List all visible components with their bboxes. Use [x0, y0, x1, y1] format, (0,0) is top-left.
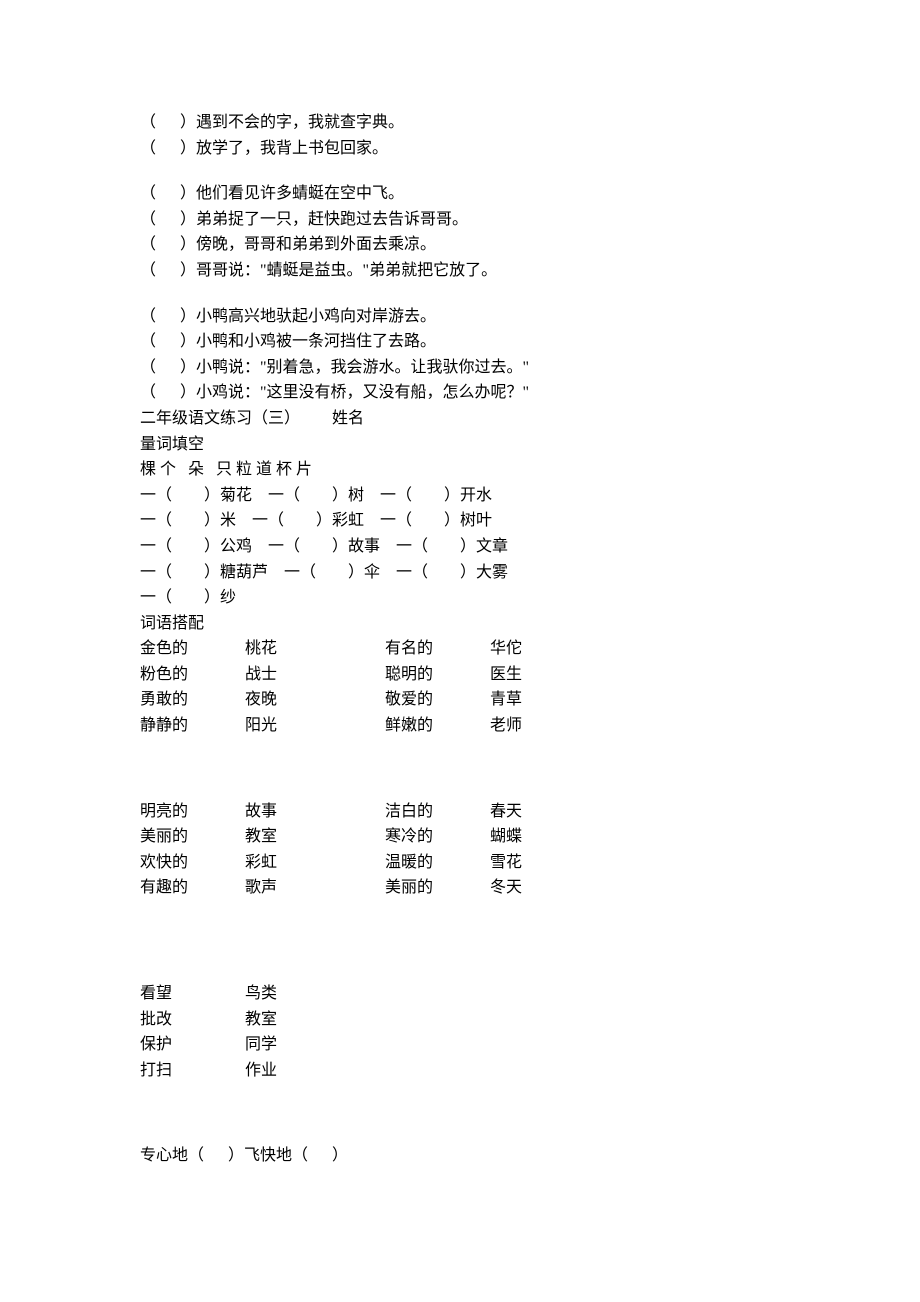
match-right: 冬天	[490, 875, 522, 901]
table-row: 粉色的 战士 聪明的 医生	[140, 662, 522, 688]
word-bank: 棵 个 朵 只 粒 道 杯 片	[140, 457, 780, 483]
match-table-3: 看望 鸟类 批改 教室 保护 同学 打扫 作业	[140, 981, 277, 1083]
ordering-line: （ ）傍晚，哥哥和弟弟到外面去乘凉。	[140, 232, 780, 258]
table-row: 批改 教室	[140, 1007, 277, 1033]
match-right: 教室	[245, 1007, 277, 1033]
spacer	[140, 941, 780, 961]
spacer	[140, 921, 780, 941]
match-right: 故事	[245, 799, 385, 825]
match-right: 医生	[490, 662, 522, 688]
table-row: 欢快的 彩虹 温暖的 雪花	[140, 850, 522, 876]
spacer	[140, 1123, 780, 1143]
match-left: 寒冷的	[385, 824, 490, 850]
ordering-line: （ ）弟弟捉了一只，赶快跑过去告诉哥哥。	[140, 207, 780, 233]
table-row: 勇敢的 夜晚 敬爱的 青草	[140, 687, 522, 713]
ordering-line: （ ）哥哥说："蜻蜓是益虫。"弟弟就把它放了。	[140, 258, 780, 284]
match-left: 批改	[140, 1007, 245, 1033]
ordering-line: （ ）放学了，我背上书包回家。	[140, 136, 780, 162]
fill-blank-line: 一（ ）菊花 一（ ）树 一（ ）开水	[140, 483, 780, 509]
match-left: 有趣的	[140, 875, 245, 901]
match-left: 勇敢的	[140, 687, 245, 713]
match-right: 彩虹	[245, 850, 385, 876]
ordering-line: （ ）小鸡说："这里没有桥，又没有船，怎么办呢？"	[140, 380, 780, 406]
table-row: 有趣的 歌声 美丽的 冬天	[140, 875, 522, 901]
match-table-1: 金色的 桃花 有名的 华佗 粉色的 战士 聪明的 医生 勇敢的 夜晚 敬爱的 青…	[140, 636, 522, 738]
match-right: 鸟类	[245, 981, 277, 1007]
match-right: 歌声	[245, 875, 385, 901]
match-left: 欢快的	[140, 850, 245, 876]
spacer	[140, 161, 780, 181]
table-row: 保护 同学	[140, 1032, 277, 1058]
match-right: 青草	[490, 687, 522, 713]
match-right: 阳光	[245, 713, 385, 739]
match-right: 夜晚	[245, 687, 385, 713]
match-left: 鲜嫩的	[385, 713, 490, 739]
table-row: 静静的 阳光 鲜嫩的 老师	[140, 713, 522, 739]
match-left: 美丽的	[140, 824, 245, 850]
match-left: 看望	[140, 981, 245, 1007]
table-row: 金色的 桃花 有名的 华佗	[140, 636, 522, 662]
table-row: 美丽的 教室 寒冷的 蝴蝶	[140, 824, 522, 850]
table-row: 打扫 作业	[140, 1058, 277, 1084]
match-table-2: 明亮的 故事 洁白的 春天 美丽的 教室 寒冷的 蝴蝶 欢快的 彩虹 温暖的 雪…	[140, 799, 522, 901]
match-left: 金色的	[140, 636, 245, 662]
spacer	[140, 779, 780, 799]
match-left: 洁白的	[385, 799, 490, 825]
match-right: 教室	[245, 824, 385, 850]
fill-blank-line: 专心地（ ）飞快地（ ）	[140, 1143, 780, 1169]
match-left: 有名的	[385, 636, 490, 662]
fill-blank-line: 一（ ）公鸡 一（ ）故事 一（ ）文章	[140, 534, 780, 560]
match-left: 敬爱的	[385, 687, 490, 713]
spacer	[140, 284, 780, 304]
document-page: （ ）遇到不会的字，我就查字典。 （ ）放学了，我背上书包回家。 （ ）他们看见…	[0, 0, 920, 1302]
match-right: 老师	[490, 713, 522, 739]
ordering-line: （ ）小鸭和小鸡被一条河挡住了去路。	[140, 329, 780, 355]
table-row: 看望 鸟类	[140, 981, 277, 1007]
match-right: 雪花	[490, 850, 522, 876]
match-left: 保护	[140, 1032, 245, 1058]
match-right: 作业	[245, 1058, 277, 1084]
spacer	[140, 961, 780, 981]
match-left: 粉色的	[140, 662, 245, 688]
match-right: 桃花	[245, 636, 385, 662]
fill-blank-line: 一（ ）糖葫芦 一（ ）伞 一（ ）大雾	[140, 560, 780, 586]
match-left: 静静的	[140, 713, 245, 739]
spacer	[140, 1083, 780, 1103]
match-left: 明亮的	[140, 799, 245, 825]
ordering-line: （ ）小鸭高兴地驮起小鸡向对岸游去。	[140, 304, 780, 330]
ordering-line: （ ）他们看见许多蜻蜓在空中飞。	[140, 181, 780, 207]
fill-blank-line: 一（ ）纱	[140, 585, 780, 611]
match-left: 聪明的	[385, 662, 490, 688]
match-left: 美丽的	[385, 875, 490, 901]
spacer	[140, 739, 780, 759]
match-right: 战士	[245, 662, 385, 688]
table-row: 明亮的 故事 洁白的 春天	[140, 799, 522, 825]
match-left: 打扫	[140, 1058, 245, 1084]
spacer	[140, 759, 780, 779]
fill-blank-line: 一（ ）米 一（ ）彩虹 一（ ）树叶	[140, 508, 780, 534]
match-right: 蝴蝶	[490, 824, 522, 850]
spacer	[140, 901, 780, 921]
ordering-line: （ ）遇到不会的字，我就查字典。	[140, 110, 780, 136]
match-left: 温暖的	[385, 850, 490, 876]
ordering-line: （ ）小鸭说："别着急，我会游水。让我驮你过去。"	[140, 355, 780, 381]
match-right: 同学	[245, 1032, 277, 1058]
match-right: 春天	[490, 799, 522, 825]
match-right: 华佗	[490, 636, 522, 662]
spacer	[140, 1103, 780, 1123]
section-title: 量词填空	[140, 432, 780, 458]
section-title: 词语搭配	[140, 611, 780, 637]
worksheet-header: 二年级语文练习（三） 姓名	[140, 406, 780, 432]
